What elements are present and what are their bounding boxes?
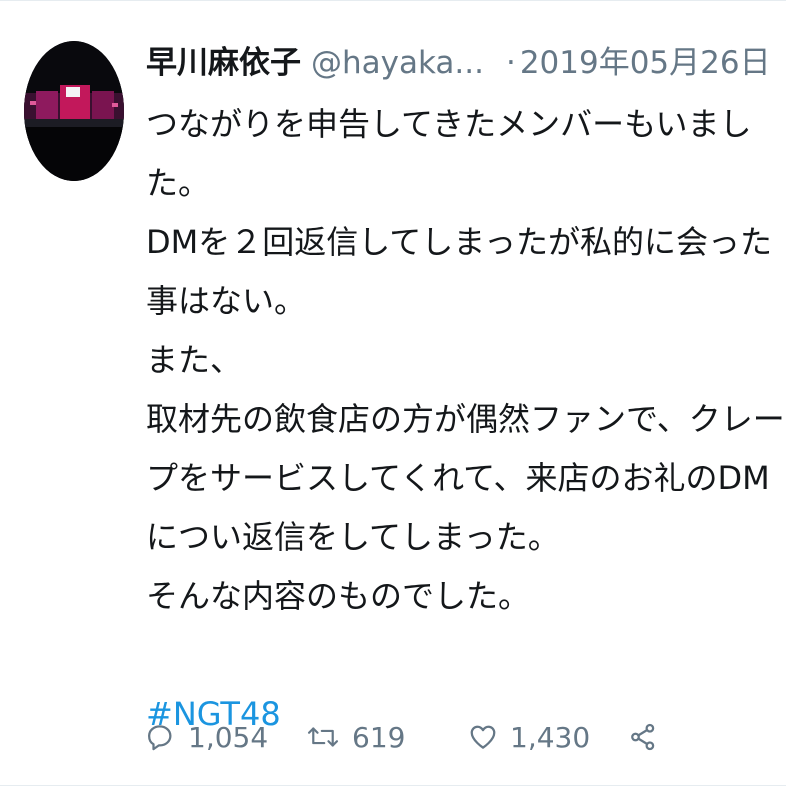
tweet-actions: 1,054 619 1,430 — [146, 707, 686, 767]
share-button[interactable] — [628, 722, 668, 752]
avatar[interactable] — [24, 41, 124, 181]
tweet-text-line: また、 — [146, 341, 243, 379]
author-name[interactable]: 早川麻依子 — [146, 35, 301, 91]
tweet-text-line: そんな内容のものでした。 — [146, 577, 531, 615]
retweet-icon — [306, 722, 340, 752]
tweet-text-line: 事はない。 — [146, 282, 307, 320]
like-button[interactable]: 1,430 — [468, 721, 628, 754]
reply-icon — [146, 722, 176, 752]
tweet-text-line: た。 — [146, 164, 211, 202]
like-count: 1,430 — [510, 720, 591, 754]
tweet-text-line: 取材先の飲食店の方が偶然ファンで、クレー — [146, 400, 785, 438]
author-handle[interactable]: @hayaka... — [311, 35, 484, 91]
share-icon — [628, 722, 658, 752]
reply-button[interactable]: 1,054 — [146, 721, 306, 754]
heart-icon — [468, 722, 498, 752]
tweet-card: 早川麻依子 @hayaka... · 2019年05月26日 ∨ つながりを申告… — [0, 0, 786, 786]
retweet-count: 619 — [352, 720, 406, 754]
avatar-image — [24, 41, 124, 181]
tweet-date[interactable]: 2019年05月26日 — [520, 35, 771, 91]
tweet-text-line: DMを２回返信してしまったが私的に会った — [146, 223, 773, 261]
retweet-button[interactable]: 619 — [306, 721, 468, 754]
tweet-header: 早川麻依子 @hayaka... · 2019年05月26日 ∨ — [146, 35, 771, 91]
separator-dot: · — [505, 45, 516, 81]
tweet-text-line: つながりを申告してきたメンバーもいまし — [146, 105, 752, 143]
tweet-text: つながりを申告してきたメンバーもいまし た。 DMを２回返信してしまったが私的に… — [146, 95, 785, 744]
tweet-text-line: プをサービスしてくれて、来店のお礼のDM — [146, 459, 770, 497]
reply-count: 1,054 — [188, 720, 269, 754]
tweet-text-line: につい返信をしてしまった。 — [146, 518, 560, 556]
